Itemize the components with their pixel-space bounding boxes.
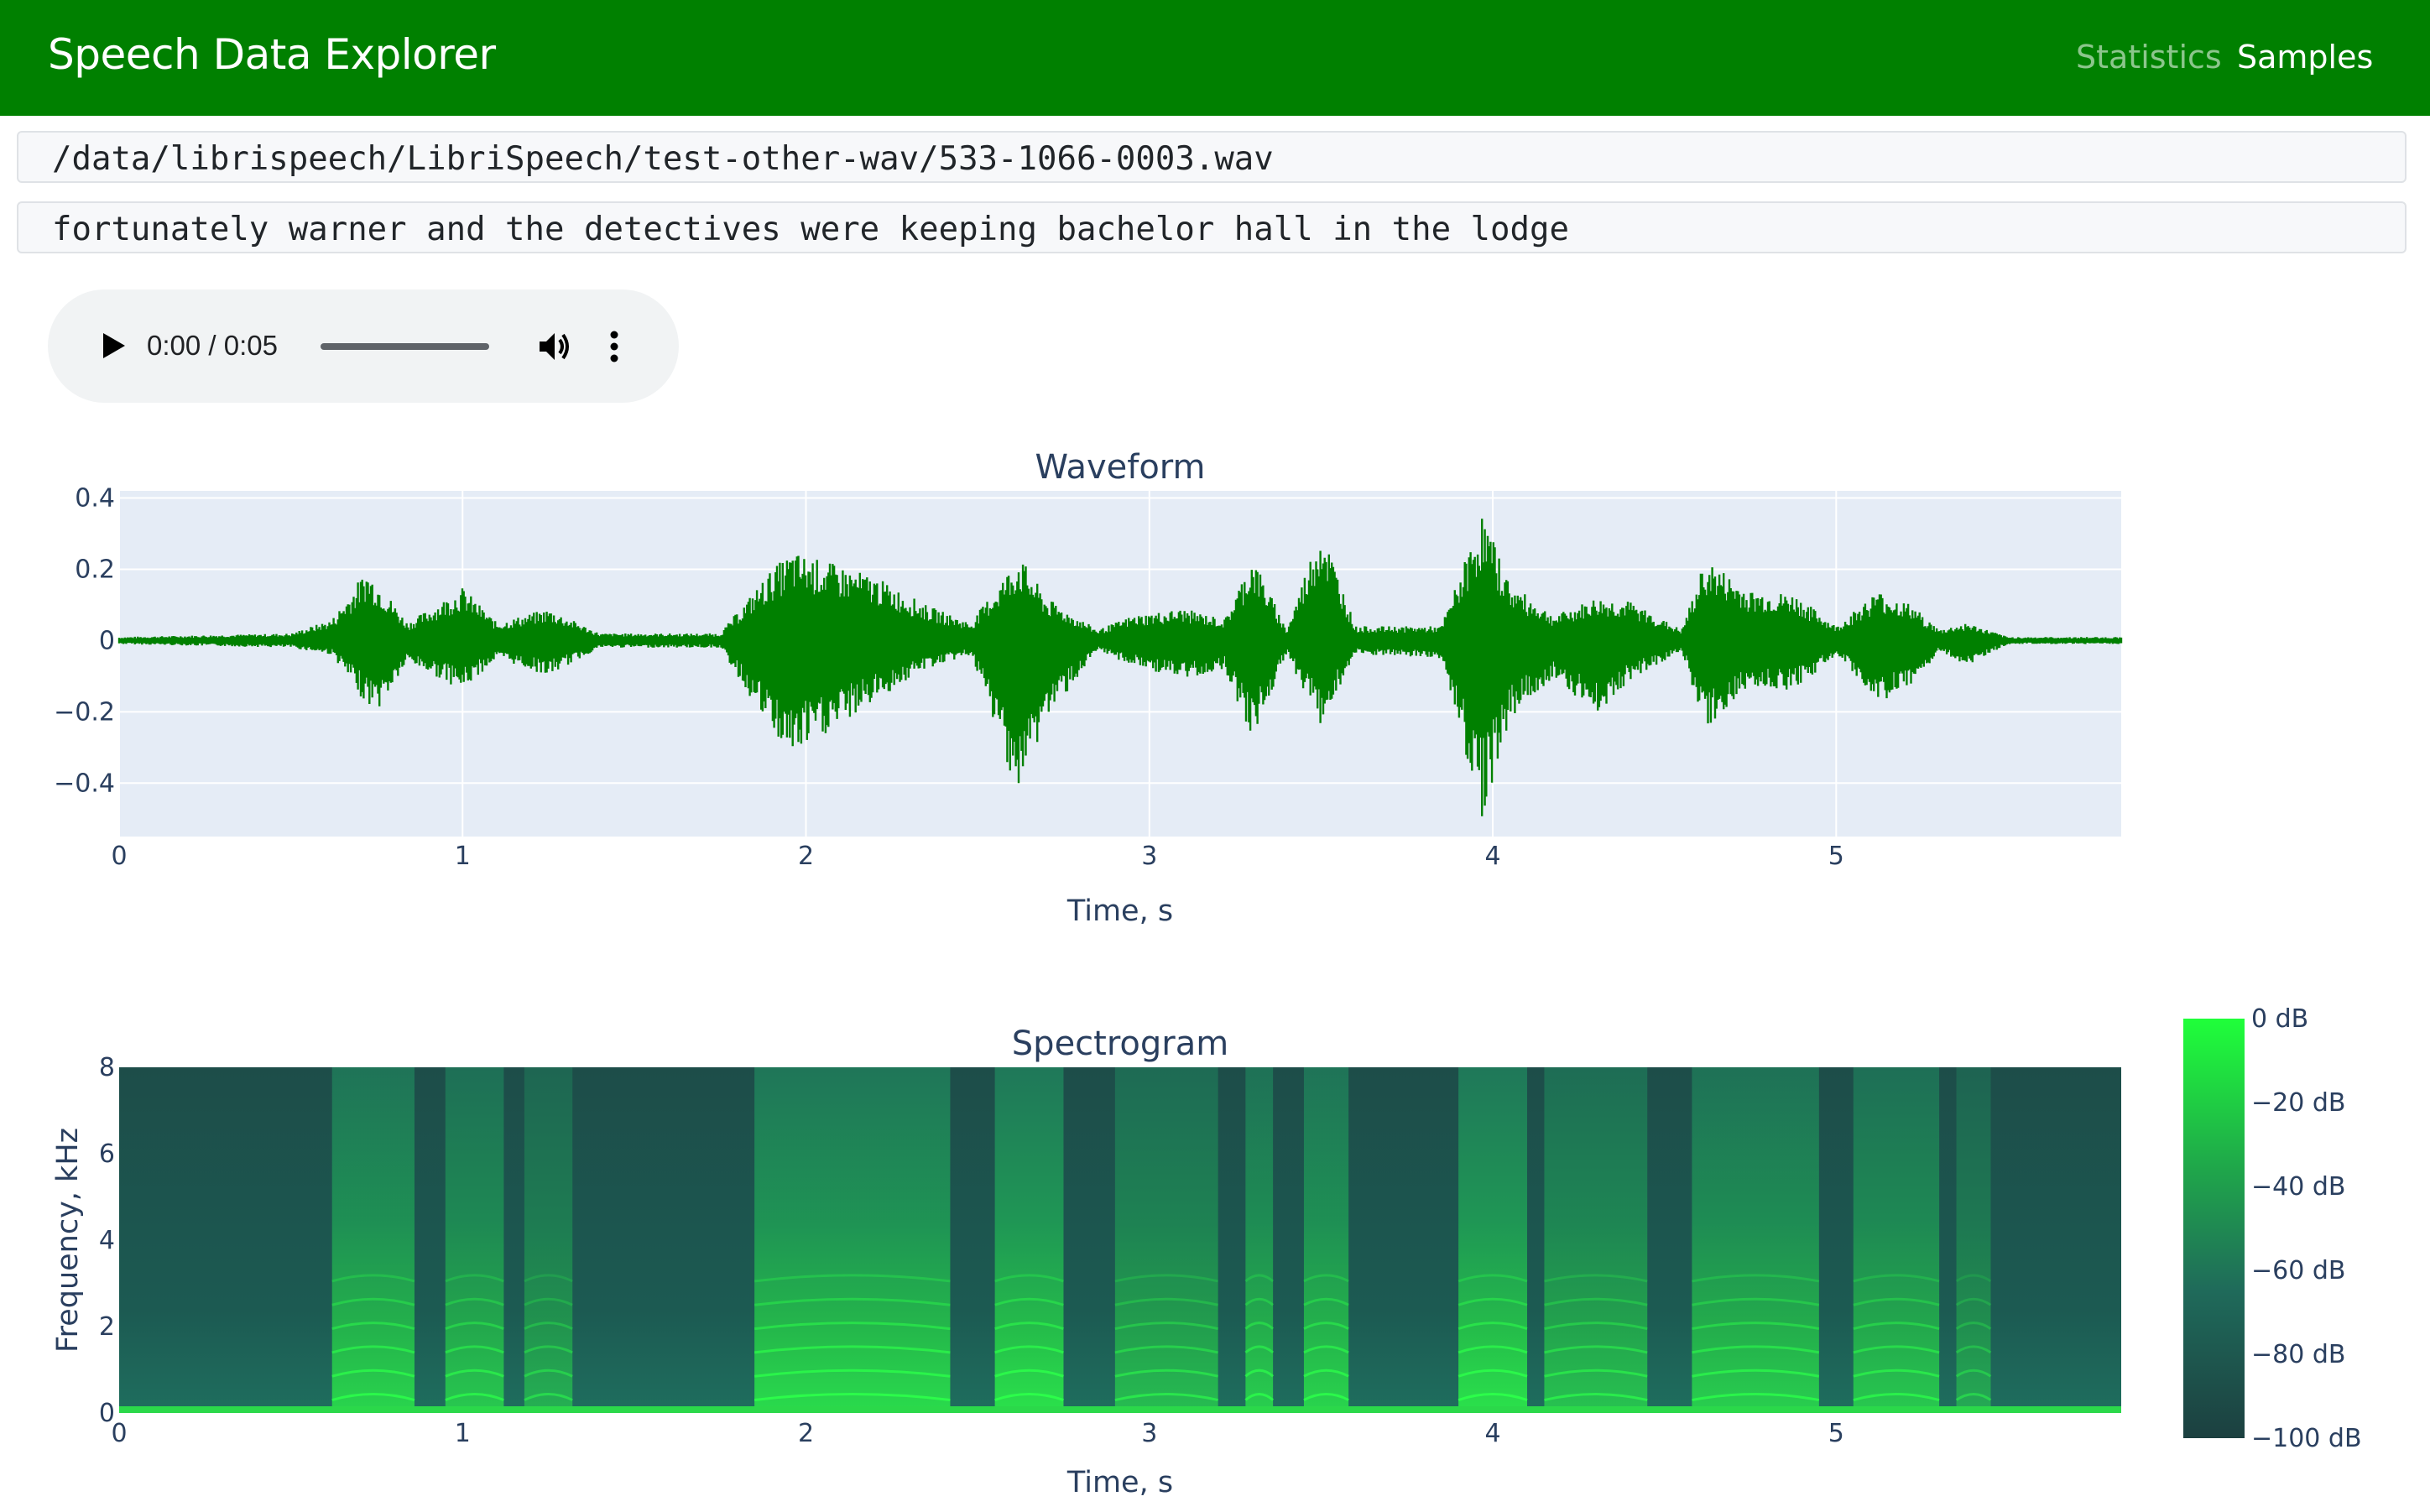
waveform-y-tick-label: 0.2: [75, 555, 115, 584]
colorbar-tick-label: −100 dB: [2251, 1424, 2362, 1453]
spectrogram-voiced-segment: [1303, 1067, 1349, 1413]
spectrogram-x-tick-label: 4: [1485, 1419, 1501, 1448]
waveform-xlabel: Time, s: [1066, 894, 1173, 928]
spectrogram-voiced-segment: [1692, 1067, 1819, 1413]
spectrogram-ylabel: Frequency, kHz: [51, 1128, 85, 1353]
spectrogram-y-tick-label: 6: [99, 1139, 115, 1169]
spectrogram-title: Spectrogram: [1012, 1025, 1228, 1063]
waveform-x-tick-label: 3: [1141, 842, 1157, 871]
spectrogram-voiced-segment: [331, 1067, 415, 1413]
waveform-x-ticks: 0 1 2 3 4 5: [111, 842, 1843, 871]
spectrogram-voiced-segment: [1544, 1067, 1648, 1413]
spectrogram-xlabel: Time, s: [1066, 1466, 1173, 1499]
spectrogram-x-ticks: 012345: [111, 1419, 1843, 1448]
colorbar-ticks: 0 dB −20 dB −40 dB −60 dB −80 dB −100 dB: [2251, 1004, 2362, 1453]
colorbar-tick-label: −60 dB: [2251, 1256, 2345, 1285]
spectrogram-y-tick-label: 4: [99, 1226, 115, 1255]
spectrogram-voiced-segment: [1245, 1067, 1274, 1413]
waveform-y-tick-label: 0.4: [75, 483, 115, 513]
waveform-x-tick-label: 0: [111, 842, 127, 871]
spectrogram-voiced-segment: [1458, 1067, 1527, 1413]
spectrogram-y-tick-label: 2: [99, 1312, 115, 1342]
spectrogram-y-tick-label: 0: [99, 1399, 115, 1428]
colorbar: [2183, 1019, 2245, 1438]
colorbar-tick-label: −80 dB: [2251, 1340, 2345, 1369]
waveform-x-tick-label: 4: [1485, 842, 1501, 871]
spectrogram-x-tick-label: 5: [1828, 1419, 1844, 1448]
spectrogram-voiced-segment: [1956, 1067, 1991, 1413]
colorbar-tick-label: −40 dB: [2251, 1172, 2345, 1202]
spectrogram-voiced-segment: [1114, 1067, 1218, 1413]
spectrogram-voiced-segment: [1853, 1067, 1940, 1413]
colorbar-tick-label: −20 dB: [2251, 1088, 2345, 1118]
charts-canvas: 0 1 2 3 4 5 0.4 0.2 0 −0.2 −0.4 Waveform Time, s: [51, 448, 2362, 1499]
spectrogram-x-tick-label: 3: [1141, 1419, 1157, 1448]
spectrogram-low-band: [119, 1406, 2121, 1413]
spectrogram-y-ticks: 8 6 4 2 0: [99, 1053, 115, 1428]
waveform-y-tick-label: −0.2: [54, 697, 115, 727]
spectrogram-x-tick-label: 1: [455, 1419, 471, 1448]
spectrogram-voiced-segment: [524, 1067, 573, 1413]
spectrogram-y-tick-label: 8: [99, 1053, 115, 1082]
waveform-y-ticks: 0.4 0.2 0 −0.2 −0.4: [54, 483, 115, 798]
waveform-x-tick-label: 2: [798, 842, 814, 871]
spectrogram-voiced-segment: [994, 1067, 1064, 1413]
waveform-chart[interactable]: 0 1 2 3 4 5 0.4 0.2 0 −0.2 −0.4 Waveform Time, s: [54, 448, 2123, 928]
spectrogram-x-tick-label: 2: [798, 1419, 814, 1448]
waveform-x-tick-label: 1: [455, 842, 471, 871]
waveform-x-tick-label: 5: [1828, 842, 1844, 871]
spectrogram-chart[interactable]: 0 1 2 3 4 5 8 6 4 2 0 Spectrogram Time, s Frequen…: [51, 1004, 2362, 1499]
spectrogram-voiced-segment: [445, 1067, 504, 1413]
colorbar-tick-label: 0 dB: [2251, 1004, 2308, 1034]
waveform-title: Waveform: [1035, 448, 1205, 487]
waveform-y-tick-label: −0.4: [54, 769, 115, 798]
spectrogram-voiced-segment: [754, 1067, 951, 1413]
waveform-y-tick-label: 0: [99, 626, 115, 655]
